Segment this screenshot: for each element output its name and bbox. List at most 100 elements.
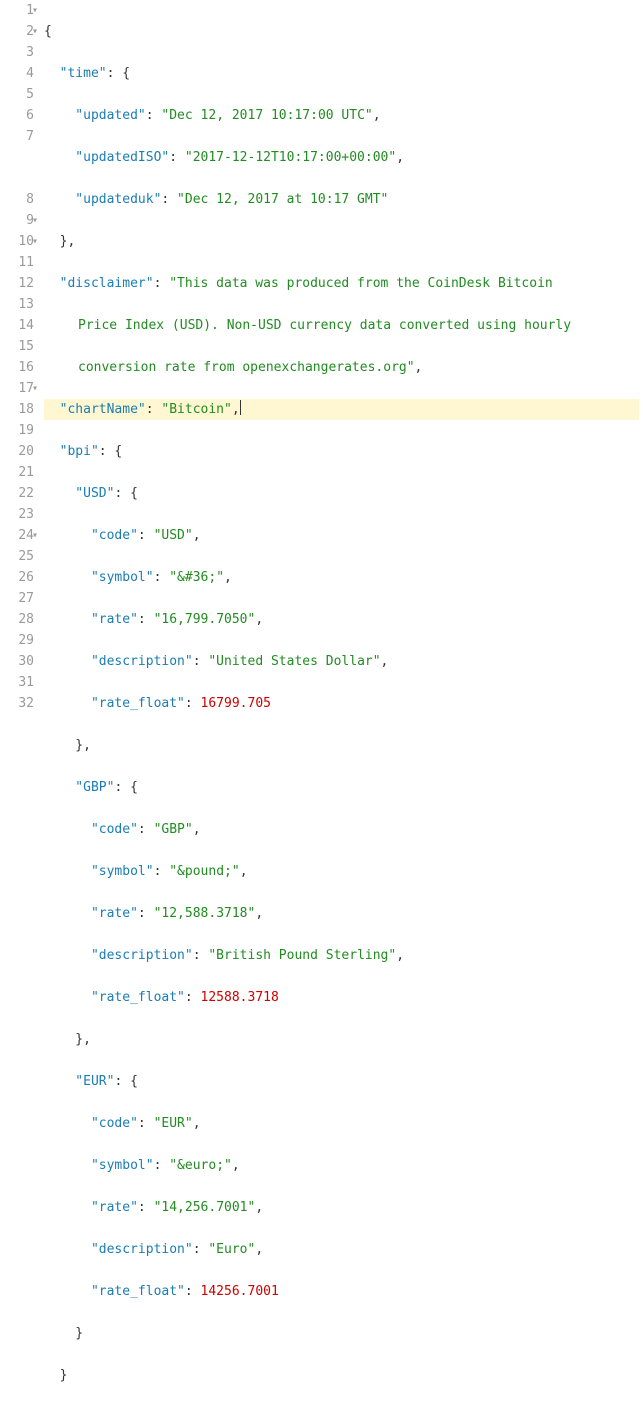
line-number: 20 (14, 441, 34, 462)
gutter-line: 2▾ (0, 21, 34, 42)
gutter-line: 13 (0, 294, 34, 315)
code-line: "description": "British Pound Sterling", (44, 945, 639, 966)
code-line: "rate": "14,256.7001", (44, 1197, 639, 1218)
gutter-line: 6 (0, 105, 34, 126)
line-number: 7 (14, 126, 34, 147)
gutter-line: 20 (0, 441, 34, 462)
line-number: 14 (14, 315, 34, 336)
text-cursor (240, 400, 241, 415)
gutter-line: 21 (0, 462, 34, 483)
code-line: }, (44, 231, 639, 252)
code-line: "rate": "16,799.7050", (44, 609, 639, 630)
code-line: "updatedISO": "2017-12-12T10:17:00+00:00… (44, 147, 639, 168)
gutter-line: 24▾ (0, 525, 34, 546)
line-number: 8 (14, 189, 34, 210)
code-line: }, (44, 1029, 639, 1050)
code-line-active: "chartName": "Bitcoin", (44, 399, 639, 420)
line-number: 31 (14, 672, 34, 693)
line-number: 6 (14, 105, 34, 126)
line-number: 32 (14, 693, 34, 714)
gutter-line: 25 (0, 546, 34, 567)
fold-toggle-icon[interactable]: ▾ (32, 525, 38, 546)
gutter-line: 27 (0, 588, 34, 609)
line-number: 21 (14, 462, 34, 483)
gutter-line: 3 (0, 42, 34, 63)
code-line: "updateduk": "Dec 12, 2017 at 10:17 GMT" (44, 189, 639, 210)
fold-toggle-icon[interactable]: ▾ (32, 0, 38, 21)
fold-toggle-icon[interactable]: ▾ (32, 21, 38, 42)
line-number-gutter: 1▾2▾3456789▾10▾11121314151617▾1819202122… (0, 0, 40, 1402)
gutter-line: 4 (0, 63, 34, 84)
gutter-line: 18 (0, 399, 34, 420)
line-number: 12 (14, 273, 34, 294)
gutter-line: 9▾ (0, 210, 34, 231)
gutter-line: 5 (0, 84, 34, 105)
line-number: 4 (14, 63, 34, 84)
line-number: 23 (14, 504, 34, 525)
code-line: "symbol": "&euro;", (44, 1155, 639, 1176)
line-number: 19 (14, 420, 34, 441)
gutter-line: 17▾ (0, 378, 34, 399)
code-line: { (44, 21, 639, 42)
line-number: 26 (14, 567, 34, 588)
code-line: } (44, 1365, 639, 1386)
gutter-line: 22 (0, 483, 34, 504)
gutter-line (0, 147, 34, 168)
gutter-line: 15 (0, 336, 34, 357)
code-line: "rate": "12,588.3718", (44, 903, 639, 924)
gutter-line: 11 (0, 252, 34, 273)
code-line: "code": "USD", (44, 525, 639, 546)
fold-toggle-icon[interactable]: ▾ (32, 210, 38, 231)
line-number: 13 (14, 294, 34, 315)
code-line: "time": { (44, 63, 639, 84)
code-line: "updated": "Dec 12, 2017 10:17:00 UTC", (44, 105, 639, 126)
line-number: 29 (14, 630, 34, 651)
code-line: "rate_float": 12588.3718 (44, 987, 639, 1008)
gutter-line: 23 (0, 504, 34, 525)
code-line: "code": "EUR", (44, 1113, 639, 1134)
line-number: 16 (14, 357, 34, 378)
code-line: "rate_float": 16799.705 (44, 693, 639, 714)
line-number: 18 (14, 399, 34, 420)
code-line: "USD": { (44, 483, 639, 504)
gutter-line: 28 (0, 609, 34, 630)
fold-toggle-icon[interactable]: ▾ (32, 378, 38, 399)
gutter-line: 32 (0, 693, 34, 714)
line-number: 25 (14, 546, 34, 567)
gutter-line: 30 (0, 651, 34, 672)
code-line: "description": "Euro", (44, 1239, 639, 1260)
code-line: "GBP": { (44, 777, 639, 798)
gutter-line: 31 (0, 672, 34, 693)
gutter-line: 29 (0, 630, 34, 651)
gutter-line: 7 (0, 126, 34, 147)
line-number: 3 (14, 42, 34, 63)
code-line: }, (44, 735, 639, 756)
code-line: "EUR": { (44, 1071, 639, 1092)
code-line-wrap: Price Index (USD). Non-USD currency data… (44, 315, 639, 336)
line-number: 28 (14, 609, 34, 630)
code-line: "code": "GBP", (44, 819, 639, 840)
gutter-line: 12 (0, 273, 34, 294)
code-line: "bpi": { (44, 441, 639, 462)
line-number: 30 (14, 651, 34, 672)
gutter-line: 14 (0, 315, 34, 336)
code-line: "disclaimer": "This data was produced fr… (44, 273, 639, 294)
code-line: "symbol": "&pound;", (44, 861, 639, 882)
gutter-line: 19 (0, 420, 34, 441)
line-number: 5 (14, 84, 34, 105)
line-number: 22 (14, 483, 34, 504)
gutter-line: 26 (0, 567, 34, 588)
line-number: 15 (14, 336, 34, 357)
gutter-line: 8 (0, 189, 34, 210)
line-number: 11 (14, 252, 34, 273)
gutter-line: 16 (0, 357, 34, 378)
fold-toggle-icon[interactable]: ▾ (32, 231, 38, 252)
code-area[interactable]: { "time": { "updated": "Dec 12, 2017 10:… (40, 0, 643, 1402)
gutter-line: 10▾ (0, 231, 34, 252)
gutter-line (0, 168, 34, 189)
code-line: "description": "United States Dollar", (44, 651, 639, 672)
code-line-wrap: conversion rate from openexchangerates.o… (44, 357, 639, 378)
line-number: 27 (14, 588, 34, 609)
code-line: "symbol": "&#36;", (44, 567, 639, 588)
code-line: } (44, 1323, 639, 1344)
